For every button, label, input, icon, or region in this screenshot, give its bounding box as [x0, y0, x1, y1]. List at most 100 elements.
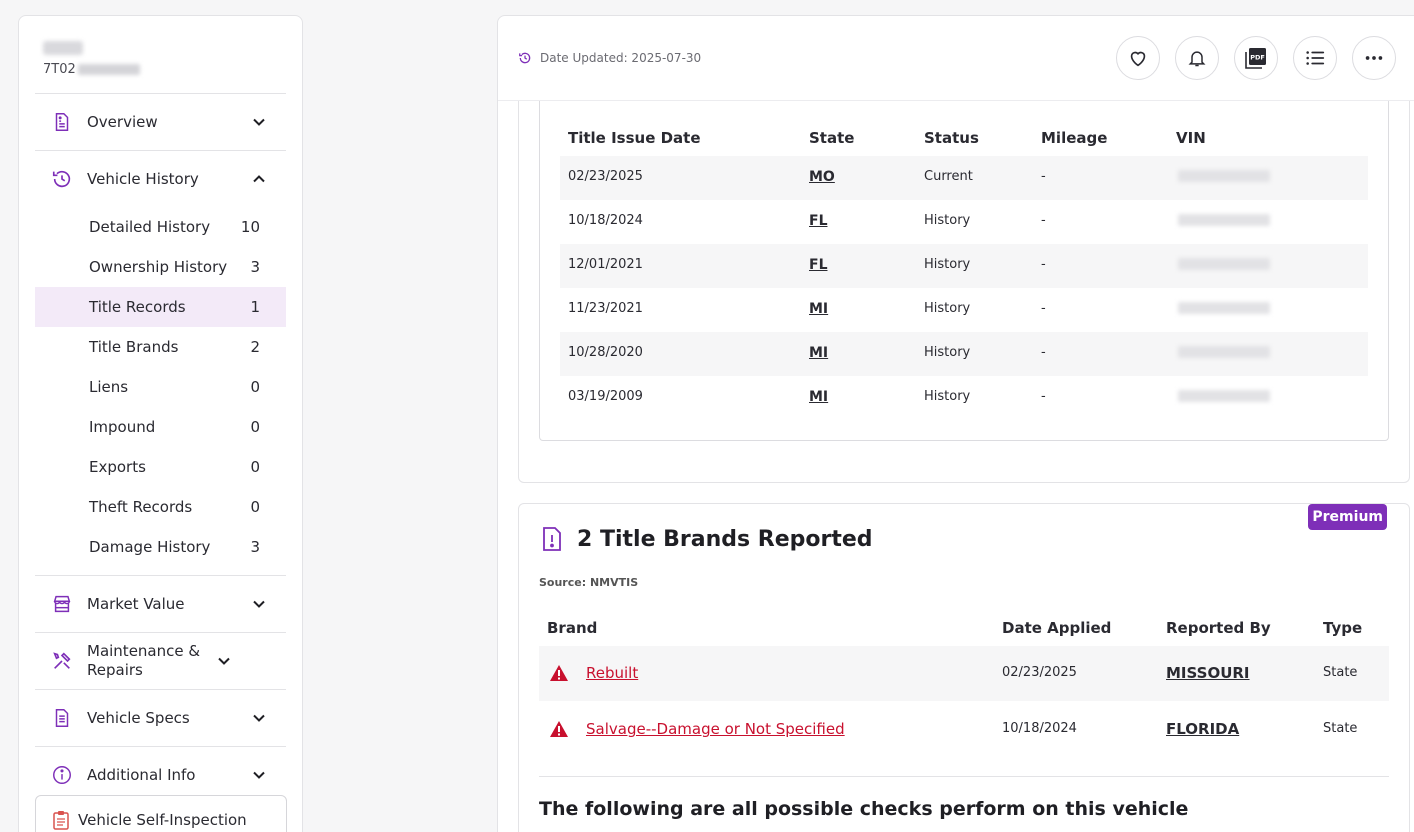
table-row: 03/19/2009 MI History - — [560, 376, 1368, 420]
vehicle-history-subitems: Detailed History 10 Ownership History 3 Ti… — [35, 207, 286, 567]
section-label: Additional Info — [87, 765, 196, 784]
reported-by-link[interactable]: MISSOURI — [1166, 664, 1250, 682]
premium-badge: Premium — [1308, 504, 1387, 530]
count: 0 — [250, 418, 260, 436]
chevron-down-icon[interactable] — [252, 711, 266, 725]
vin-prefix: 7T02 — [43, 62, 76, 77]
table-row: 11/23/2021 MI History - — [560, 288, 1368, 332]
section-label: Market Value — [87, 594, 185, 613]
sidebar-item-title-records[interactable]: Title Records 1 — [35, 287, 286, 327]
sidebar-item-title-brands[interactable]: Title Brands 2 — [35, 327, 286, 367]
table-row: Rebuilt 02/23/2025 MISSOURI State — [539, 646, 1389, 701]
sidebar-section-vehicle-history[interactable]: Vehicle History — [35, 150, 286, 207]
table-row: 12/01/2021 FL History - — [560, 244, 1368, 288]
chevron-down-icon[interactable] — [252, 597, 266, 611]
vin-redacted — [1178, 214, 1270, 226]
sidebar: 7T02 Overview Vehicle History Detailed H… — [18, 15, 303, 832]
section-label: Overview — [87, 112, 158, 131]
ellipsis-icon — [1365, 56, 1383, 60]
vin-redacted — [1178, 346, 1270, 358]
vehicle-year-redacted — [43, 41, 83, 55]
sidebar-item-ownership-history[interactable]: Ownership History 3 — [35, 247, 286, 287]
sidebar-item-damage-history[interactable]: Damage History 3 — [35, 527, 286, 567]
state-link[interactable]: MI — [809, 345, 828, 361]
chevron-down-icon[interactable] — [217, 654, 231, 668]
action-buttons: PDF — [1116, 36, 1396, 80]
vin-redacted — [1178, 390, 1270, 402]
vehicle-header: 7T02 — [19, 16, 302, 93]
heart-icon — [1130, 51, 1146, 67]
vin-redacted — [1178, 258, 1270, 270]
table-row: 10/28/2020 MI History - — [560, 332, 1368, 376]
sidebar-item-liens[interactable]: Liens 0 — [35, 367, 286, 407]
title-brands-heading: 2 Title Brands Reported — [541, 526, 873, 552]
vin-redacted — [77, 64, 140, 75]
table-row: 10/18/2024 FL History - — [560, 200, 1368, 244]
table-row: Salvage--Damage or Not Specified 10/18/2… — [539, 702, 1389, 757]
sidebar-section-maintenance-repairs[interactable]: Maintenance & Repairs — [35, 632, 286, 689]
count: 10 — [240, 218, 260, 236]
history-icon — [519, 52, 531, 64]
clipboard-icon — [53, 811, 69, 830]
history-icon — [52, 170, 71, 188]
chevron-down-icon[interactable] — [252, 768, 266, 782]
count: 0 — [250, 498, 260, 516]
section-label: Maintenance & Repairs — [87, 642, 201, 679]
vin-redacted — [1178, 170, 1270, 182]
count: 2 — [250, 338, 260, 356]
sidebar-section-overview[interactable]: Overview — [35, 93, 286, 150]
section-label: Vehicle Specs — [87, 708, 190, 727]
count: 3 — [250, 538, 260, 556]
sidebar-item-exports[interactable]: Exports 0 — [35, 447, 286, 487]
sidebar-item-impound[interactable]: Impound 0 — [35, 407, 286, 447]
sidebar-item-theft-records[interactable]: Theft Records 0 — [35, 487, 286, 527]
report-toolbar: Date Updated: 2025-07-30 PDF — [498, 16, 1414, 101]
count: 1 — [250, 298, 260, 316]
brand-link[interactable]: Salvage--Damage or Not Specified — [586, 720, 845, 738]
inspection-label: Vehicle Self-Inspection — [78, 811, 247, 829]
chevron-down-icon[interactable] — [252, 115, 266, 129]
state-link[interactable]: FL — [809, 257, 827, 273]
divider — [539, 776, 1389, 777]
section-label: Vehicle History — [87, 169, 199, 188]
state-link[interactable]: MO — [809, 169, 835, 185]
title-records-card: Title Issue Date State Status Mileage VI… — [518, 101, 1410, 483]
document-icon — [55, 113, 69, 131]
more-options-button[interactable] — [1352, 36, 1396, 80]
count: 0 — [250, 458, 260, 476]
sidebar-section-vehicle-specs[interactable]: Vehicle Specs — [35, 689, 286, 746]
count: 0 — [250, 378, 260, 396]
document-alert-icon — [543, 527, 561, 551]
title-brands-card: Premium 2 Title Brands Reported Source: … — [518, 503, 1410, 832]
count: 3 — [250, 258, 260, 276]
main-panel: Date Updated: 2025-07-30 PDF Title Issue — [497, 15, 1414, 832]
tools-icon — [53, 652, 71, 669]
state-link[interactable]: MI — [809, 301, 828, 317]
state-link[interactable]: MI — [809, 389, 828, 405]
list-button[interactable] — [1293, 36, 1337, 80]
source-label: Source: NMVTIS — [539, 576, 639, 589]
chevron-up-icon[interactable] — [252, 172, 266, 186]
favorite-button[interactable] — [1116, 36, 1160, 80]
info-icon — [53, 766, 71, 784]
sidebar-section-market-value[interactable]: Market Value — [35, 575, 286, 632]
checks-heading: The following are all possible checks pe… — [539, 798, 1189, 820]
svg-text:PDF: PDF — [1250, 54, 1265, 62]
pdf-button[interactable]: PDF — [1234, 36, 1278, 80]
title-records-table: Title Issue Date State Status Mileage VI… — [539, 101, 1389, 441]
sidebar-item-detailed-history[interactable]: Detailed History 10 — [35, 207, 286, 247]
reported-by-link[interactable]: FLORIDA — [1166, 720, 1239, 738]
alerts-button[interactable] — [1175, 36, 1219, 80]
bell-icon — [1188, 51, 1206, 67]
warning-icon — [550, 665, 568, 681]
vin-redacted — [1178, 302, 1270, 314]
warning-icon — [550, 721, 568, 737]
vehicle-vin: 7T02 — [43, 62, 302, 77]
list-icon — [1306, 51, 1325, 65]
vehicle-self-inspection-button[interactable]: Vehicle Self-Inspection — [35, 795, 287, 832]
specs-icon — [55, 709, 69, 727]
store-icon — [53, 595, 71, 613]
brand-link[interactable]: Rebuilt — [586, 664, 638, 682]
pdf-icon: PDF — [1245, 48, 1266, 69]
state-link[interactable]: FL — [809, 213, 827, 229]
